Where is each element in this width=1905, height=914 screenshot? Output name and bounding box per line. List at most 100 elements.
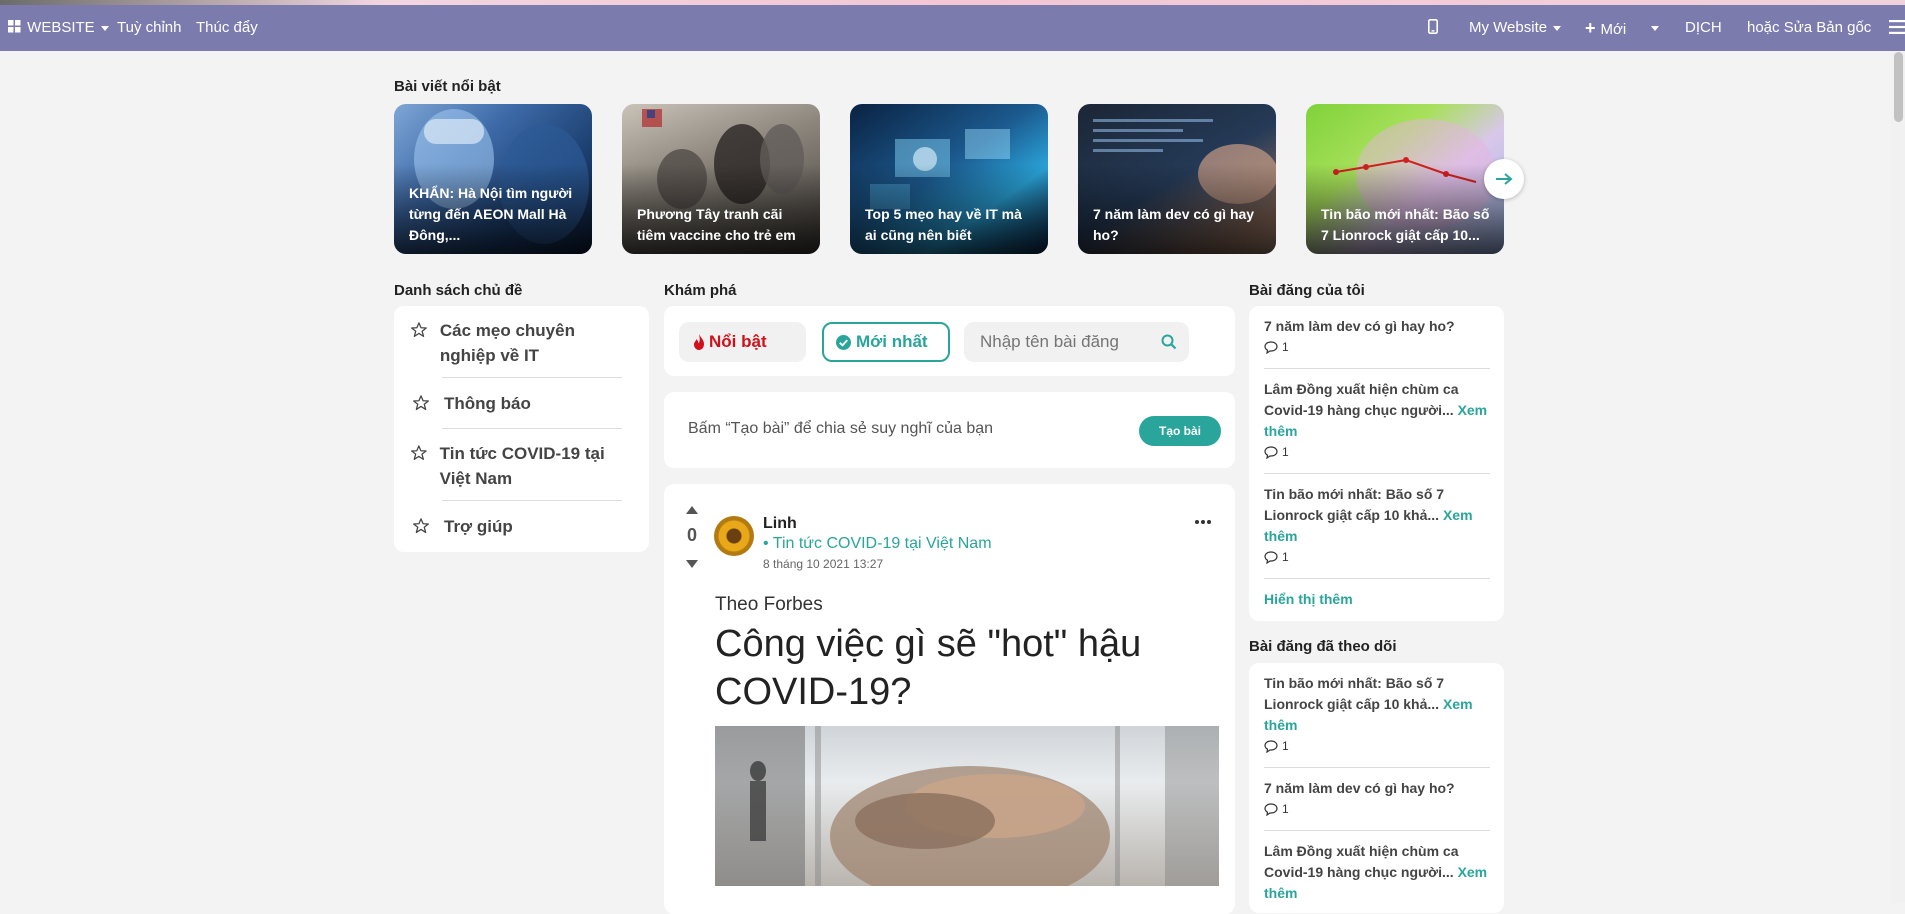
chevron-down-icon	[1651, 25, 1659, 31]
comment-icon	[1264, 445, 1278, 459]
comment-count: 1	[1264, 445, 1289, 459]
website-switcher-label: My Website	[1469, 19, 1548, 36]
search-icon[interactable]	[1161, 334, 1177, 350]
comment-count: 1	[1264, 550, 1289, 564]
comment-count-value: 1	[1282, 739, 1289, 753]
scrollbar-thumb[interactable]	[1894, 52, 1903, 122]
comment-count: 1	[1264, 739, 1289, 753]
new-content-button[interactable]: + Mới	[1585, 5, 1626, 51]
tab-featured-label: Nổi bật	[709, 332, 767, 351]
my-post-item[interactable]: Lâm Đồng xuất hiện chùm ca Covid-19 hàng…	[1264, 379, 1489, 442]
page-scrollbar[interactable]	[1891, 51, 1905, 903]
followed-post-item[interactable]: 7 năm làm dev có gì hay ho?	[1264, 778, 1489, 799]
featured-title: 7 năm làm dev có gì hay ho?	[1093, 206, 1255, 243]
comment-icon	[1264, 802, 1278, 816]
compose-hint[interactable]: Bấm “Tạo bài” để chia sẻ suy nghĩ của bạ…	[688, 420, 993, 438]
topic-label: Trợ giúp	[444, 517, 513, 536]
promote-menu[interactable]: Thúc đẩy	[196, 5, 258, 51]
vote-count: 0	[686, 525, 697, 545]
downvote-icon[interactable]	[686, 560, 698, 568]
featured-card[interactable]: 7 năm làm dev có gì hay ho?	[1078, 104, 1276, 254]
my-post-title: Tin bão mới nhất: Bão số 7 Lionrock giật…	[1264, 486, 1445, 523]
check-circle-icon	[836, 334, 851, 350]
divider	[1264, 473, 1490, 474]
topic-item[interactable]: Tin tức COVID-19 tại Việt Nam	[394, 441, 634, 491]
my-post-item[interactable]: 7 năm làm dev có gì hay ho?	[1264, 316, 1489, 337]
topic-label: Thông báo	[444, 394, 531, 413]
my-post-title: 7 năm làm dev có gì hay ho?	[1264, 318, 1455, 334]
comment-icon	[1264, 739, 1278, 753]
featured-section-title: Bài viết nổi bật	[394, 78, 501, 95]
post-topic-link[interactable]: • Tin tức COVID-19 tại Việt Nam	[763, 535, 992, 553]
my-posts-section-title: Bài đăng của tôi	[1249, 282, 1365, 299]
comment-icon	[1264, 550, 1278, 564]
top-navbar: WEBSITE Tuỳ chỉnh Thúc đẩy My Website + M…	[0, 5, 1905, 51]
comment-count-value: 1	[1282, 340, 1289, 354]
plus-icon: +	[1585, 18, 1596, 38]
comment-count-value: 1	[1282, 445, 1289, 459]
create-post-button[interactable]: Tạo bài	[1139, 416, 1221, 446]
my-post-item[interactable]: Tin bão mới nhất: Bão số 7 Lionrock giật…	[1264, 484, 1489, 547]
mobile-preview-button[interactable]	[1428, 5, 1438, 51]
followed-post-title: 7 năm làm dev có gì hay ho?	[1264, 780, 1455, 796]
hamburger-menu-button[interactable]	[1889, 5, 1905, 51]
website-switcher[interactable]: My Website	[1469, 5, 1562, 51]
followed-post-item[interactable]: Lâm Đồng xuất hiện chùm ca Covid-19 hàng…	[1264, 841, 1489, 904]
featured-card[interactable]: Top 5 mẹo hay về IT mà ai cũng nên biết	[850, 104, 1048, 254]
comment-count-value: 1	[1282, 802, 1289, 816]
language-dropdown[interactable]	[1651, 5, 1659, 51]
divider	[442, 500, 622, 501]
hamburger-icon	[1889, 20, 1905, 34]
more-horizontal-icon	[1195, 520, 1211, 524]
topic-label: Các mẹo chuyên nghiệp về IT	[439, 321, 575, 365]
avatar[interactable]	[714, 516, 754, 556]
featured-card[interactable]: Phương Tây tranh cãi tiêm vaccine cho tr…	[622, 104, 820, 254]
mobile-icon	[1428, 19, 1438, 34]
customize-menu[interactable]: Tuỳ chỉnh	[117, 5, 181, 51]
apps-menu-label: WEBSITE	[27, 19, 95, 36]
upvote-icon[interactable]	[686, 506, 698, 514]
apps-menu-button[interactable]: WEBSITE	[8, 5, 109, 51]
post-options-button[interactable]	[1192, 514, 1214, 530]
star-icon	[413, 395, 429, 411]
divider	[1264, 578, 1490, 579]
featured-card[interactable]: Tin bão mới nhất: Bão số 7 Lionrock giật…	[1306, 104, 1504, 254]
comment-count-value: 1	[1282, 550, 1289, 564]
followed-post-title: Lâm Đồng xuất hiện chùm ca Covid-19 hàng…	[1264, 843, 1459, 880]
next-featured-button[interactable]	[1484, 159, 1524, 199]
my-post-title: Lâm Đồng xuất hiện chùm ca Covid-19 hàng…	[1264, 381, 1459, 418]
featured-card[interactable]: KHẨN: Hà Nội tìm người từng đến AEON Mal…	[394, 104, 592, 254]
featured-title: KHẨN: Hà Nội tìm người từng đến AEON Mal…	[409, 185, 573, 243]
show-more-link[interactable]: Hiển thị thêm	[1264, 589, 1489, 610]
followed-posts-section-title: Bài đăng đã theo dõi	[1249, 638, 1397, 655]
tab-newest-label: Mới nhất	[856, 332, 928, 351]
divider	[442, 428, 622, 429]
topic-label: Tin tức COVID-19 tại Việt Nam	[439, 444, 605, 488]
post-headline[interactable]: Công việc gì sẽ "hot" hậu COVID-19?	[715, 620, 1175, 716]
divider	[1264, 767, 1490, 768]
star-icon	[410, 445, 427, 460]
topics-section-title: Danh sách chủ đề	[394, 282, 523, 299]
post-date: 8 tháng 10 2021 13:27	[763, 557, 884, 571]
topics-card: Các mẹo chuyên nghiệp về IT Thông báo Ti…	[394, 306, 649, 552]
chevron-down-icon	[100, 25, 109, 31]
followed-post-title: Tin bão mới nhất: Bão số 7 Lionrock giật…	[1264, 675, 1445, 712]
search-box	[964, 322, 1189, 362]
translate-button[interactable]: DỊCH	[1685, 5, 1722, 51]
topic-item[interactable]: Các mẹo chuyên nghiệp về IT	[394, 318, 634, 368]
topic-item[interactable]: Trợ giúp	[394, 514, 634, 539]
search-input[interactable]	[964, 322, 1154, 362]
tab-featured[interactable]: Nổi bật	[679, 322, 806, 362]
tab-newest[interactable]: Mới nhất	[822, 322, 950, 362]
post-author[interactable]: Linh	[763, 515, 797, 533]
followed-post-item[interactable]: Tin bão mới nhất: Bão số 7 Lionrock giật…	[1264, 673, 1489, 736]
featured-title: Phương Tây tranh cãi tiêm vaccine cho tr…	[637, 206, 796, 243]
comment-count: 1	[1264, 340, 1289, 354]
post-image	[715, 726, 1219, 886]
grid-icon	[8, 20, 21, 33]
edit-master-button[interactable]: hoặc Sửa Bản gốc	[1747, 5, 1871, 51]
post-source: Theo Forbes	[715, 594, 823, 615]
fire-icon	[694, 334, 704, 350]
topic-item[interactable]: Thông báo	[394, 391, 634, 416]
comment-icon	[1264, 340, 1278, 354]
